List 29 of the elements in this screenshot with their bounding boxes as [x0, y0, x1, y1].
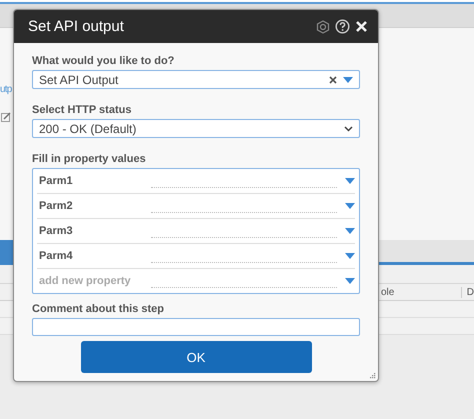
status-select[interactable]: 200 - OK (Default)	[32, 119, 360, 138]
column-header: ole	[381, 286, 462, 298]
property-name: Parm1	[39, 175, 74, 187]
resize-grip-icon[interactable]	[370, 373, 376, 379]
property-name: Parm4	[39, 250, 74, 262]
column-header: D	[466, 286, 474, 298]
field-label: Fill in property values	[32, 153, 147, 165]
action-select[interactable]: Set API Output	[32, 70, 360, 89]
ok-button[interactable]: OK	[80, 341, 312, 373]
dropdown-arrow-icon[interactable]	[345, 228, 355, 234]
comment-field[interactable]	[32, 318, 360, 336]
dropdown-arrow-icon[interactable]	[345, 278, 355, 284]
dialog-title: Set API output	[28, 18, 125, 35]
stamp-icon[interactable]	[316, 20, 330, 34]
field-label: Select HTTP status	[32, 104, 132, 116]
close-icon[interactable]	[355, 20, 368, 33]
edit-icon[interactable]	[1, 112, 11, 122]
clear-icon[interactable]	[329, 76, 337, 84]
dropdown-arrow-icon[interactable]	[345, 203, 355, 209]
field-label: What would you like to do?	[32, 55, 176, 67]
dropdown-arrow-icon[interactable]	[343, 76, 353, 82]
dropdown-arrow-icon[interactable]	[345, 178, 355, 184]
property-name: Parm3	[39, 225, 74, 237]
link-text[interactable]: utp	[0, 84, 13, 96]
chevron-down-icon[interactable]	[344, 126, 353, 132]
help-icon[interactable]	[335, 19, 350, 34]
dropdown-arrow-icon[interactable]	[345, 253, 355, 259]
property-name: Parm2	[39, 200, 74, 212]
field-label: Comment about this step	[32, 303, 166, 315]
